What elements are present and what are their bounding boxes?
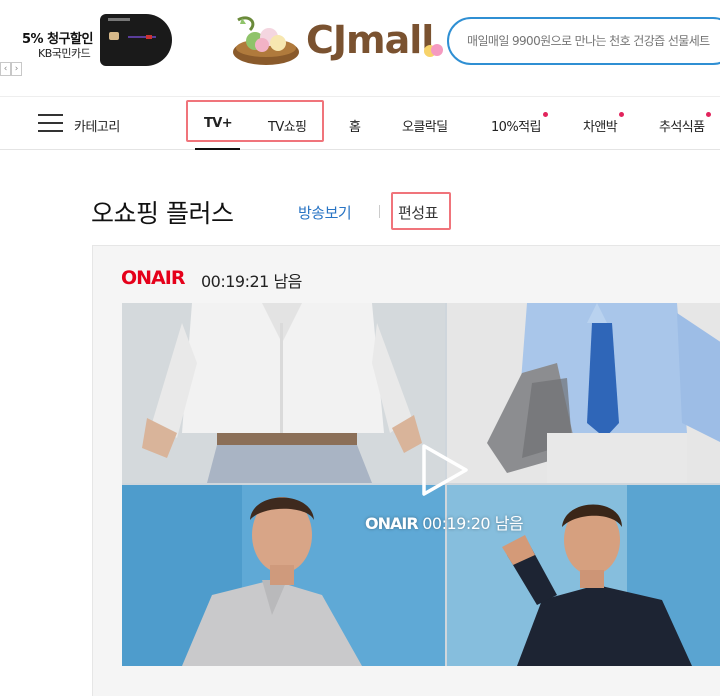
menu-icon[interactable] [38, 114, 63, 132]
nav-item-label: 오클락딜 [402, 120, 448, 135]
search-input[interactable] [467, 32, 720, 50]
logo-text: CJmall [306, 18, 434, 62]
divider [379, 205, 380, 218]
new-dot-icon [619, 112, 625, 117]
promo-prev-button[interactable]: ‹ [0, 62, 11, 76]
active-tab-indicator [195, 148, 240, 150]
promo-next-button[interactable]: › [11, 62, 22, 76]
onair-remaining-time: 00:19:21 남음 [201, 272, 302, 291]
nav-item-oclock-deal[interactable]: 오클락딜 [402, 116, 448, 135]
onair-badge: ONAIR [121, 267, 185, 289]
video-player[interactable]: ONAIR 00:19:20 남음 [122, 303, 720, 666]
page-title: 오쇼핑 플러스 [91, 199, 234, 228]
promo-subtitle: KB국민카드 [38, 47, 91, 60]
broadcast-view-link[interactable]: 방송보기 [298, 202, 352, 223]
video-thumbnail-white-shirt [122, 303, 445, 483]
nav-item-10-reward[interactable]: 10%적립 [491, 112, 548, 135]
nav-item-label: 10%적립 [491, 120, 541, 135]
credit-card-image [100, 14, 172, 66]
new-dot-icon [542, 112, 548, 117]
nav-item-label: 차앤박 [583, 120, 618, 135]
nav-item-label: 추석식품 [659, 120, 705, 135]
logo-flower-icon [424, 44, 443, 57]
nav-item-home[interactable]: 홈 [349, 116, 361, 135]
video-onair-label: ONAIR [365, 514, 419, 533]
video-remaining-time: 00:19:20 남음 [422, 514, 524, 533]
promo-arrows: ‹ › [0, 62, 22, 76]
nav-item-chuseok-food[interactable]: 추석식품 [659, 112, 712, 135]
site-header: 5% 청구할인 KB국민카드 ‹ › CJmall [0, 0, 720, 96]
nav-item-chaandpark[interactable]: 차앤박 [583, 112, 625, 135]
rice-cake-basket-icon [233, 16, 299, 65]
category-button[interactable]: 카테고리 [74, 116, 120, 135]
search-bar[interactable] [447, 17, 720, 65]
main-nav: 카테고리 TV+ TV쇼핑 홈 오클락딜 10%적립 차앤박 추석식품 [0, 96, 720, 150]
nav-item-label: 홈 [349, 120, 361, 135]
video-onair-caption: ONAIR 00:19:20 남음 [365, 510, 524, 534]
play-icon[interactable] [420, 443, 470, 497]
promo-banner[interactable]: 5% 청구할인 KB국민카드 ‹ › [0, 14, 175, 76]
highlight-box-schedule [391, 192, 451, 230]
highlight-box-tv-tabs [186, 100, 324, 142]
new-dot-icon [706, 112, 712, 117]
video-thumbnail-blue-shirt [447, 303, 720, 483]
cjmall-logo[interactable]: CJmall [228, 12, 448, 70]
